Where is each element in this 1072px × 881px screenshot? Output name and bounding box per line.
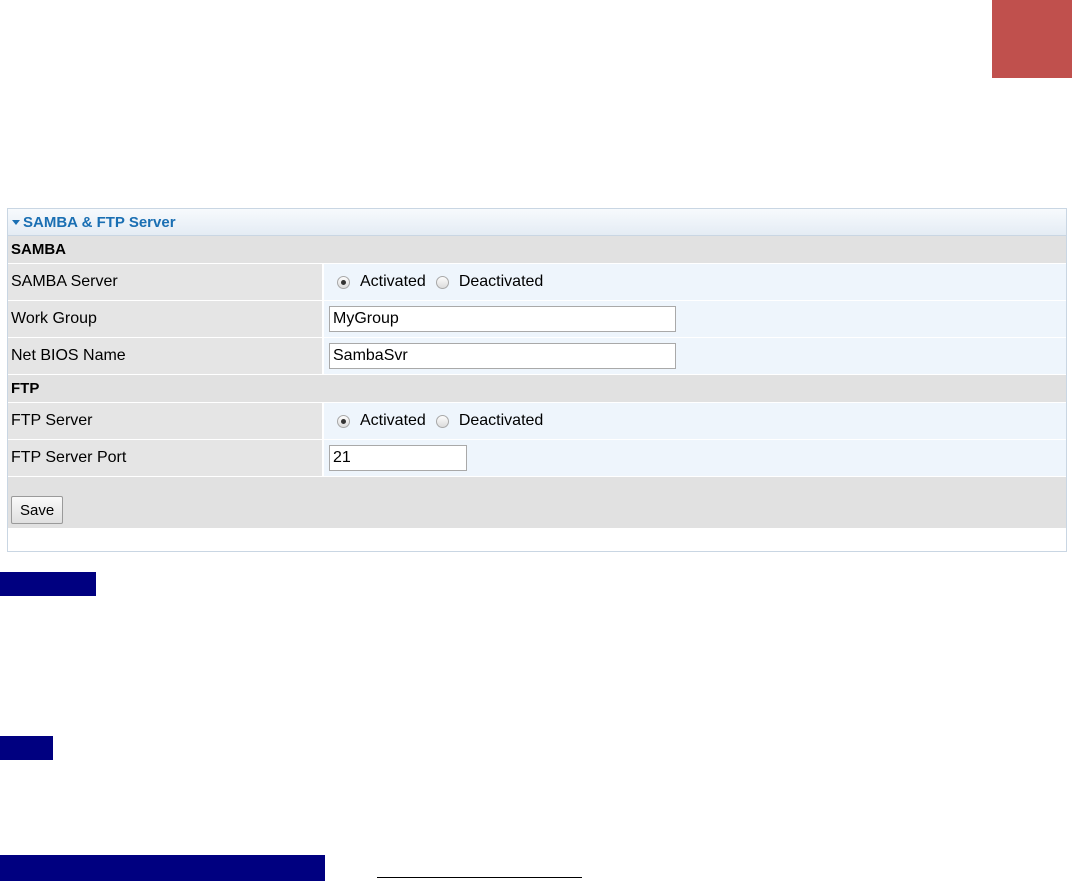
row-ftp-port: FTP Server Port	[8, 440, 1066, 477]
samba-server-label: SAMBA Server	[8, 264, 324, 300]
samba-activated-label[interactable]: Activated	[360, 273, 426, 291]
row-work-group: Work Group	[8, 301, 1066, 338]
collapse-triangle-icon[interactable]	[12, 220, 20, 225]
corner-decoration	[992, 0, 1072, 78]
samba-server-options: Activated Deactivated	[324, 264, 1066, 300]
underline-link[interactable]	[377, 877, 582, 878]
samba-deactivated-radio[interactable]	[435, 275, 449, 289]
highlight-bar	[0, 572, 96, 596]
row-netbios-name: Net BIOS Name	[8, 338, 1066, 375]
row-ftp-server: FTP Server Activated Deactivated	[8, 403, 1066, 440]
samba-activated-radio[interactable]	[337, 275, 350, 289]
ftp-port-cell	[324, 440, 1066, 476]
section-label-ftp: FTP	[11, 380, 40, 397]
ftp-server-options: Activated Deactivated	[324, 403, 1066, 439]
section-label-samba: SAMBA	[11, 241, 66, 258]
highlight-bar	[0, 736, 53, 760]
netbios-name-label: Net BIOS Name	[8, 338, 324, 374]
ftp-deactivated-label[interactable]: Deactivated	[459, 412, 544, 430]
work-group-label: Work Group	[8, 301, 324, 337]
ftp-port-label: FTP Server Port	[8, 440, 324, 476]
section-header-ftp: FTP	[8, 375, 1066, 403]
panel-title: SAMBA & FTP Server	[23, 213, 176, 231]
ftp-activated-label[interactable]: Activated	[360, 412, 426, 430]
settings-table: SAMBA SAMBA Server Activated Deactivated…	[8, 236, 1066, 529]
ftp-port-input[interactable]	[329, 445, 467, 471]
button-row: Save	[8, 477, 1066, 529]
work-group-cell	[324, 301, 1066, 337]
netbios-name-cell	[324, 338, 1066, 374]
work-group-input[interactable]	[329, 306, 676, 332]
section-header-samba: SAMBA	[8, 236, 1066, 264]
panel-header[interactable]: SAMBA & FTP Server	[8, 209, 1066, 236]
samba-deactivated-label[interactable]: Deactivated	[459, 273, 544, 291]
samba-ftp-panel: SAMBA & FTP Server SAMBA SAMBA Server Ac…	[7, 208, 1067, 552]
ftp-activated-radio[interactable]	[337, 414, 350, 428]
netbios-name-input[interactable]	[329, 343, 676, 369]
ftp-deactivated-radio[interactable]	[435, 414, 449, 428]
highlight-bar	[0, 855, 325, 881]
ftp-server-label: FTP Server	[8, 403, 324, 439]
save-button[interactable]: Save	[11, 496, 64, 524]
row-samba-server: SAMBA Server Activated Deactivated	[8, 264, 1066, 301]
